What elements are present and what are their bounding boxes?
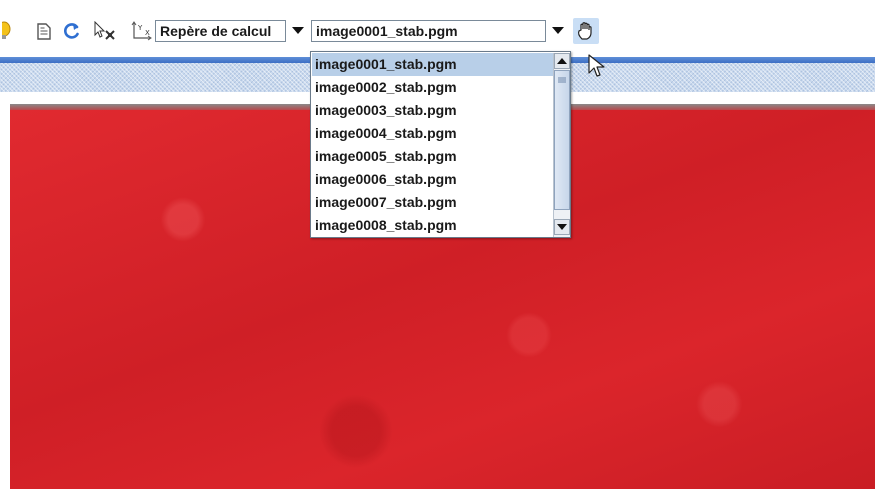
- scroll-down-button[interactable]: [554, 219, 570, 235]
- list-item[interactable]: image0005_stab.pgm: [312, 145, 553, 168]
- image-select[interactable]: image0001_stab.pgm: [311, 20, 546, 42]
- lightbulb-icon[interactable]: [0, 21, 14, 41]
- image-select-value: image0001_stab.pgm: [316, 23, 458, 39]
- list-item[interactable]: image0006_stab.pgm: [312, 168, 553, 191]
- list-item[interactable]: image0001_stab.pgm: [312, 53, 553, 76]
- list-item[interactable]: image0004_stab.pgm: [312, 122, 553, 145]
- chevron-up-icon: [557, 58, 567, 64]
- svg-text:X: X: [145, 29, 150, 37]
- scroll-up-button[interactable]: [554, 53, 570, 69]
- coordinate-axes-icon[interactable]: Y X: [130, 21, 152, 41]
- chevron-down-icon: [557, 224, 567, 230]
- list-item[interactable]: image0008_stab.pgm: [312, 214, 553, 237]
- svg-text:Y: Y: [137, 24, 143, 32]
- list-item[interactable]: image0007_stab.pgm: [312, 191, 553, 214]
- document-icon[interactable]: [34, 21, 54, 41]
- grip-icon: [558, 77, 566, 83]
- frame-select-value: Repère de calcul: [160, 23, 272, 39]
- frame-select[interactable]: Repère de calcul: [155, 20, 286, 42]
- scrollbar-thumb[interactable]: [554, 70, 570, 210]
- toolbar: Y X Repère de calcul image0001_stab.pgm: [0, 0, 875, 54]
- mouse-cursor-icon: [588, 54, 605, 77]
- list-item[interactable]: image0003_stab.pgm: [312, 99, 553, 122]
- select-cursor-icon[interactable]: [93, 21, 117, 41]
- refresh-icon[interactable]: [62, 21, 82, 41]
- image-dropdown-list[interactable]: image0001_stab.pgm image0002_stab.pgm im…: [310, 51, 571, 238]
- dropdown-scrollbar[interactable]: [553, 53, 570, 237]
- list-item[interactable]: image0002_stab.pgm: [312, 76, 553, 99]
- frame-select-chevron-down-icon[interactable]: [288, 20, 308, 42]
- image-select-chevron-down-icon[interactable]: [548, 20, 568, 42]
- hand-pan-icon[interactable]: [573, 18, 599, 44]
